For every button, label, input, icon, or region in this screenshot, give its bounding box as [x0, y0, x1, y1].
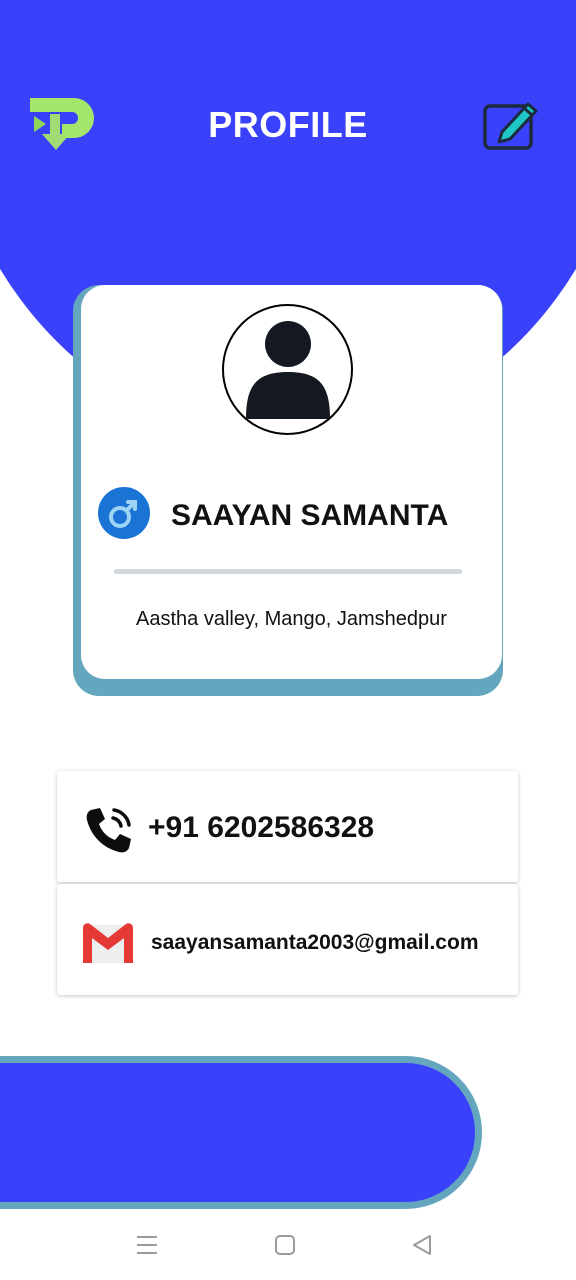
system-nav-bar [0, 1210, 576, 1280]
male-icon [97, 486, 151, 540]
phone-number: +91 6202586328 [148, 811, 375, 844]
user-name: SAAYAN SAMANTA [171, 499, 449, 532]
menu-icon[interactable] [132, 1232, 162, 1258]
phone-icon [83, 804, 135, 856]
email-address: saayansamanta2003@gmail.com [151, 931, 479, 954]
back-triangle-icon[interactable] [408, 1232, 438, 1258]
bottom-action-bar[interactable] [0, 1056, 482, 1209]
profile-card: SAAYAN SAMANTA Aastha valley, Mango, Jam… [81, 285, 502, 679]
edit-profile-button[interactable] [480, 96, 540, 152]
user-avatar-icon [222, 304, 353, 435]
phone-card[interactable]: +91 6202586328 [57, 771, 518, 882]
profile-screen: PROFILE SAAYAN SAMANTA Aastha valley, Ma… [0, 0, 576, 1280]
home-square-icon[interactable] [270, 1232, 300, 1258]
email-card[interactable]: saayansamanta2003@gmail.com [57, 884, 518, 995]
gmail-icon [81, 921, 135, 965]
user-address: Aastha valley, Mango, Jamshedpur [136, 608, 447, 630]
divider [114, 569, 462, 574]
